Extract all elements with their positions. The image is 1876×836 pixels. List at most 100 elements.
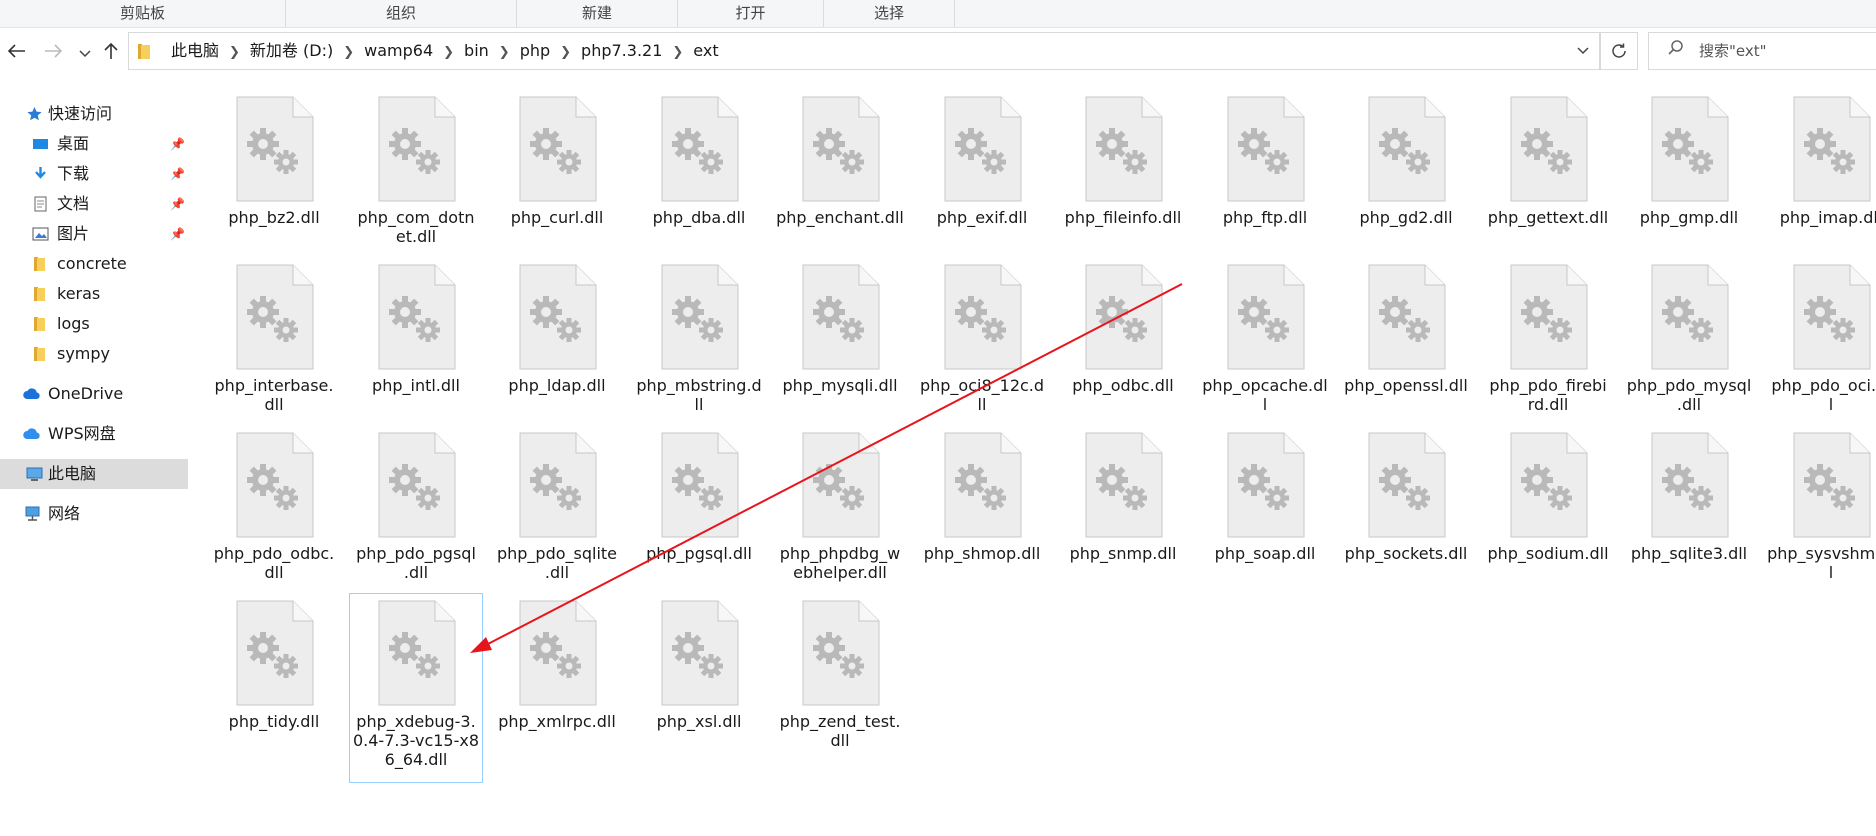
breadcrumb-bin[interactable]: bin <box>460 33 493 69</box>
file-item[interactable]: php_gettext.dll <box>1482 90 1614 250</box>
address-bar[interactable]: 此电脑 ❯ 新加卷 (D:) ❯ wamp64 ❯ bin ❯ php ❯ php7.3.21 ❯ ex… <box>128 32 1600 70</box>
file-item[interactable]: php_snmp.dll <box>1057 426 1189 586</box>
sidebar-item-concrete[interactable]: concrete <box>0 249 188 279</box>
picture-icon <box>32 227 49 241</box>
file-item[interactable]: php_soap.dll <box>1199 426 1331 586</box>
chevron-right-icon[interactable]: ❯ <box>554 35 577 71</box>
file-item[interactable]: php_phpdbg_w ebhelper.dll <box>774 426 906 586</box>
file-item[interactable]: php_mysqli.dll <box>774 258 906 418</box>
file-item[interactable]: php_curl.dll <box>491 90 623 250</box>
sidebar-item-wps-drive[interactable]: WPS网盘 <box>0 419 188 449</box>
file-name: php_odbc.dll <box>1072 376 1174 395</box>
dll-gear-file-icon <box>1651 96 1729 202</box>
file-item[interactable]: php_gd2.dll <box>1340 90 1472 250</box>
breadcrumb-wamp64[interactable]: wamp64 <box>360 33 437 69</box>
file-item[interactable]: php_pdo_mysql .dll <box>1623 258 1755 418</box>
file-item[interactable]: php_ftp.dll <box>1199 90 1331 250</box>
file-item[interactable]: php_pgsql.dll <box>633 426 765 586</box>
file-item[interactable]: php_xmlrpc.dll <box>491 594 623 754</box>
chevron-right-icon[interactable]: ❯ <box>437 35 460 71</box>
file-item[interactable]: php_imap.dll <box>1765 90 1876 250</box>
dll-gear-file-icon <box>661 264 739 370</box>
sidebar-item-pictures[interactable]: 图片 📌 <box>0 219 188 249</box>
sidebar-item-desktop[interactable]: 桌面 📌 <box>0 129 188 159</box>
dll-gear-file-icon <box>236 96 314 202</box>
sidebar-item-keras[interactable]: keras <box>0 279 188 309</box>
file-item[interactable]: php_bz2.dll <box>208 90 340 250</box>
ribbon-group-clipboard[interactable]: 剪贴板 <box>0 0 286 27</box>
dll-gear-file-icon <box>944 264 1022 370</box>
file-item[interactable]: php_exif.dll <box>916 90 1048 250</box>
recent-locations-button[interactable] <box>72 36 98 66</box>
ribbon-group-open[interactable]: 打开 <box>678 0 824 27</box>
back-button[interactable] <box>4 36 30 66</box>
sidebar-item-onedrive[interactable]: OneDrive <box>0 379 188 409</box>
file-item[interactable]: php_pdo_sqlite .dll <box>491 426 623 586</box>
sidebar-item-sympy[interactable]: sympy <box>0 339 188 369</box>
ribbon-group-organize[interactable]: 组织 <box>286 0 517 27</box>
sidebar-item-label: 图片 <box>57 224 90 243</box>
file-item[interactable]: php_sodium.dll <box>1482 426 1614 586</box>
breadcrumb-this-pc[interactable]: 此电脑 <box>167 33 223 69</box>
file-name: php_sodium.dll <box>1487 544 1609 563</box>
dll-gear-file-icon <box>1793 432 1871 538</box>
sidebar-item-documents[interactable]: 文档 📌 <box>0 189 188 219</box>
breadcrumb-php7321[interactable]: php7.3.21 <box>577 33 666 69</box>
sidebar-item-this-pc[interactable]: 此电脑 <box>0 459 188 489</box>
breadcrumb-drive-d[interactable]: 新加卷 (D:) <box>246 33 337 69</box>
search-box[interactable]: 搜索"ext" <box>1648 32 1876 70</box>
file-item[interactable]: php_pdo_oci.dll <box>1765 258 1876 418</box>
sidebar-item-logs[interactable]: logs <box>0 309 188 339</box>
file-item[interactable]: php_pdo_odbc. dll <box>208 426 340 586</box>
sidebar-item-label: 桌面 <box>57 134 90 153</box>
breadcrumb-php[interactable]: php <box>516 33 554 69</box>
file-item[interactable]: php_pdo_pgsql .dll <box>350 426 482 586</box>
file-item[interactable]: php_fileinfo.dll <box>1057 90 1189 250</box>
sidebar-item-network[interactable]: 网络 <box>0 499 188 529</box>
chevron-right-icon[interactable]: ❯ <box>223 35 246 71</box>
file-item[interactable]: php_enchant.dll <box>774 90 906 250</box>
file-item[interactable]: php_interbase. dll <box>208 258 340 418</box>
file-item[interactable]: php_xsl.dll <box>633 594 765 754</box>
dll-gear-file-icon <box>661 432 739 538</box>
refresh-button[interactable] <box>1600 32 1638 70</box>
file-item[interactable]: php_odbc.dll <box>1057 258 1189 418</box>
sidebar-item-downloads[interactable]: 下载 📌 <box>0 159 188 189</box>
file-item[interactable]: php_ldap.dll <box>491 258 623 418</box>
search-placeholder: 搜索"ext" <box>1699 42 1767 60</box>
file-item[interactable]: php_com_dotn et.dll <box>350 90 482 250</box>
file-item[interactable]: php_gmp.dll <box>1623 90 1755 250</box>
dll-gear-file-icon <box>519 96 597 202</box>
file-item[interactable]: php_oci8_12c.d ll <box>916 258 1048 418</box>
chevron-right-icon[interactable]: ❯ <box>493 35 516 71</box>
file-item[interactable]: php_pdo_firebi rd.dll <box>1482 258 1614 418</box>
file-item[interactable]: php_openssl.dll <box>1340 258 1472 418</box>
file-item[interactable]: php_opcache.dl l <box>1199 258 1331 418</box>
forward-button[interactable] <box>40 36 66 66</box>
up-button[interactable] <box>98 36 124 66</box>
file-name: php_xdebug-3. 0.4-7.3-vc15-x8 6_64.dll <box>352 712 480 769</box>
breadcrumb-ext[interactable]: ext <box>689 33 722 69</box>
file-item[interactable]: php_mbstring.d ll <box>633 258 765 418</box>
dll-gear-file-icon <box>236 600 314 706</box>
file-item[interactable]: php_zend_test. dll <box>774 594 906 754</box>
ribbon-group-new[interactable]: 新建 <box>517 0 678 27</box>
dll-gear-file-icon <box>1368 96 1446 202</box>
file-item[interactable]: php_intl.dll <box>350 258 482 418</box>
file-item[interactable]: php_sqlite3.dll <box>1623 426 1755 586</box>
file-name: php_curl.dll <box>510 208 604 227</box>
file-name: php_sockets.dll <box>1344 544 1468 563</box>
file-item[interactable]: php_xdebug-3. 0.4-7.3-vc15-x8 6_64.dll <box>349 593 483 783</box>
file-item[interactable]: php_dba.dll <box>633 90 765 250</box>
ribbon-group-select[interactable]: 选择 <box>824 0 955 27</box>
file-item[interactable]: php_sockets.dll <box>1340 426 1472 586</box>
file-item[interactable]: php_sysvshm.dll <box>1765 426 1876 586</box>
chevron-right-icon[interactable]: ❯ <box>337 35 360 71</box>
file-item[interactable]: php_tidy.dll <box>208 594 340 754</box>
address-history-button[interactable] <box>1577 33 1589 69</box>
sidebar-item-label: concrete <box>57 254 127 273</box>
file-item[interactable]: php_shmop.dll <box>916 426 1048 586</box>
chevron-right-icon[interactable]: ❯ <box>666 35 689 71</box>
sidebar-item-quick-access[interactable]: 快速访问 <box>0 99 188 129</box>
download-icon <box>35 167 46 179</box>
